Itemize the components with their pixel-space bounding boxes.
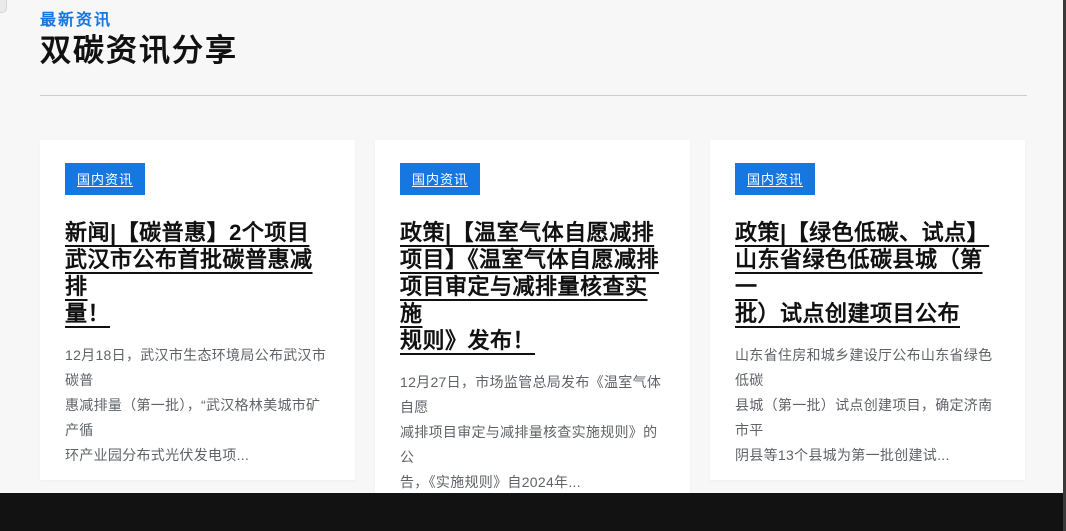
news-section-page: 最新资讯 双碳资讯分享 国内资讯 新闻|【碳普惠】2个项目 武汉市公布首批碳普惠… — [0, 0, 1066, 531]
section-divider — [40, 95, 1027, 96]
news-card[interactable]: 国内资讯 政策|【绿色低碳、试点】 山东省绿色低碳县城（第一 批）试点创建项目公… — [710, 140, 1025, 480]
section-title: 双碳资讯分享 — [40, 35, 238, 68]
article-title-link[interactable]: 政策|【温室气体自愿减排 项目】《温室气体自愿减排 项目审定与减排量核查实施 规… — [400, 219, 665, 354]
section-header: 最新资讯 双碳资讯分享 — [40, 6, 238, 68]
news-card[interactable]: 国内资讯 新闻|【碳普惠】2个项目 武汉市公布首批碳普惠减排 量！ 12月18日… — [40, 140, 355, 480]
category-badge[interactable]: 国内资讯 — [400, 163, 480, 195]
category-badge[interactable]: 国内资讯 — [65, 163, 145, 195]
article-excerpt: 山东省住房和城乡建设厅公布山东省绿色低碳 县城（第一批）试点创建项目，确定济南市… — [735, 343, 1000, 468]
category-badge[interactable]: 国内资讯 — [735, 163, 815, 195]
news-card-list: 国内资讯 新闻|【碳普惠】2个项目 武汉市公布首批碳普惠减排 量！ 12月18日… — [40, 140, 1025, 507]
footer-bar — [0, 493, 1066, 531]
article-excerpt: 12月18日，武汉市生态环境局公布武汉市碳普 惠减排量（第一批），“武汉格林美城… — [65, 343, 330, 468]
article-title-link[interactable]: 政策|【绿色低碳、试点】 山东省绿色低碳县城（第一 批）试点创建项目公布 — [735, 219, 1000, 327]
news-card[interactable]: 国内资讯 政策|【温室气体自愿减排 项目】《温室气体自愿减排 项目审定与减排量核… — [375, 140, 690, 507]
section-eyebrow: 最新资讯 — [40, 6, 238, 30]
window-corner-artifact — [0, 0, 7, 13]
article-excerpt: 12月27日，市场监管总局发布《温室气体自愿 减排项目审定与减排量核查实施规则》… — [400, 370, 665, 495]
article-title-link[interactable]: 新闻|【碳普惠】2个项目 武汉市公布首批碳普惠减排 量！ — [65, 219, 330, 327]
